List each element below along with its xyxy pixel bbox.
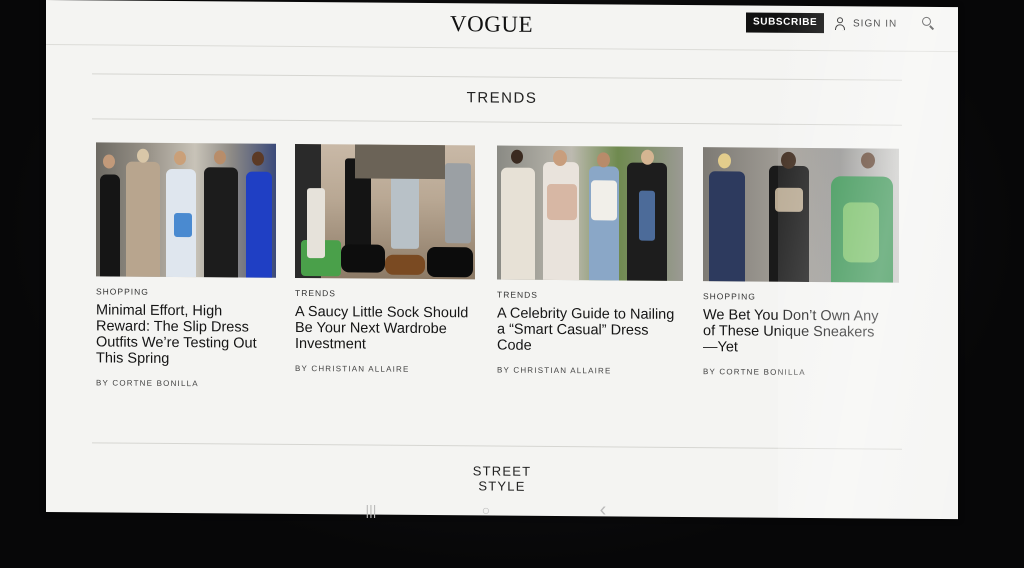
divider-top [92,73,902,81]
article-headline[interactable]: We Bet You Don’t Own Any of These Unique… [703,307,883,356]
street-style-line-1: STREET [472,463,532,479]
street-style-line-2: STYLE [478,478,526,494]
sign-in-link[interactable]: SIGN IN [834,15,897,31]
article-card-4[interactable]: SHOPPING We Bet You Don’t Own Any of The… [703,147,899,377]
article-tag[interactable]: SHOPPING [703,291,883,302]
article-image[interactable] [96,142,276,278]
recents-icon[interactable]: ||| [356,494,386,524]
user-icon [834,17,846,30]
article-image[interactable] [497,145,683,282]
section-title-trends[interactable]: TRENDS [402,89,602,108]
article-tag[interactable]: TRENDS [497,290,677,301]
article-tag[interactable]: SHOPPING [96,286,276,297]
section-title-street-style[interactable]: STREET STYLE [442,463,562,494]
home-icon[interactable]: ○ [471,494,501,524]
subscribe-button[interactable]: SUBSCRIBE [746,12,825,34]
vogue-logo[interactable]: VOGUE [450,11,533,38]
article-byline[interactable]: BY CORTNE BONILLA [96,378,276,388]
article-tag[interactable]: TRENDS [295,288,475,299]
article-image[interactable] [703,147,899,283]
article-headline[interactable]: A Celebrity Guide to Nailing a “Smart Ca… [497,306,677,355]
article-byline[interactable]: BY CORTNE BONILLA [703,367,883,377]
article-headline[interactable]: A Saucy Little Sock Should Be Your Next … [295,304,475,353]
sign-in-label: SIGN IN [853,17,898,30]
article-byline[interactable]: BY CHRISTIAN ALLAIRE [497,366,677,376]
article-image[interactable] [295,143,475,280]
back-icon[interactable]: ‹ [588,494,618,524]
browser-screen: VOGUE SUBSCRIBE SIGN IN TRENDS SHOPPING … [46,0,958,520]
site-header: VOGUE SUBSCRIBE SIGN IN [46,0,958,53]
article-card-1[interactable]: SHOPPING Minimal Effort, High Reward: Th… [96,142,276,388]
article-card-2[interactable]: TRENDS A Saucy Little Sock Should Be You… [295,143,475,374]
divider-bottom [92,442,902,450]
divider-below-title [92,118,902,126]
article-card-3[interactable]: TRENDS A Celebrity Guide to Nailing a “S… [497,145,683,376]
search-icon[interactable] [922,17,934,29]
article-headline[interactable]: Minimal Effort, High Reward: The Slip Dr… [96,302,276,367]
android-nav-bar: ||| ○ ‹ [46,494,958,534]
article-byline[interactable]: BY CHRISTIAN ALLAIRE [295,364,475,374]
